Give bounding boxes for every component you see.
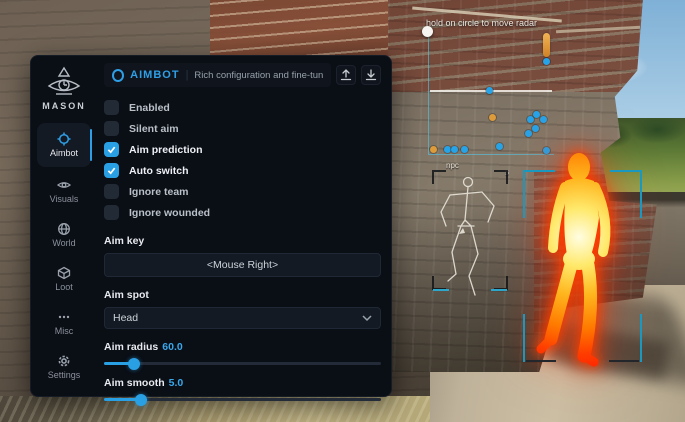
chevron-down-icon	[362, 314, 372, 322]
upload-config-button[interactable]	[336, 65, 356, 85]
target-ring-icon	[112, 69, 124, 82]
aim-radius-slider: Aim radius 60.0	[104, 341, 381, 365]
checkbox-box	[104, 184, 119, 199]
panel-content: AIMBOT | Rich configuration and fine-tun…	[97, 56, 398, 396]
sidebar-item-world[interactable]: World	[37, 215, 91, 255]
sidebar: MASON Aimbot Visuals	[31, 56, 97, 396]
aim-radius-value: 60.0	[162, 341, 182, 353]
slider-track[interactable]	[104, 362, 381, 365]
aim-spot-label: Aim spot	[104, 289, 381, 301]
aim-spot-value: Head	[113, 312, 138, 324]
section-subtitle: Rich configuration and fine-tuning	[194, 70, 323, 81]
radar-panel[interactable]	[428, 37, 554, 155]
aim-key-label: Aim key	[104, 235, 381, 247]
radar-drag-handle[interactable]	[422, 26, 433, 37]
sidebar-item-settings[interactable]: Settings	[37, 347, 91, 387]
crosshair-icon	[57, 132, 71, 146]
ellipsis-icon	[57, 310, 71, 324]
globe-icon	[57, 222, 71, 236]
check-icon	[106, 165, 117, 176]
checkbox-list: Enabled Silent aim Aim prediction Auto s…	[104, 97, 381, 223]
eye-icon	[57, 178, 71, 192]
gear-icon	[57, 354, 71, 368]
sidebar-item-label: Settings	[48, 370, 81, 380]
checkbox-ignore-wounded[interactable]: Ignore wounded	[104, 202, 381, 223]
checkbox-auto-switch[interactable]: Auto switch	[104, 160, 381, 181]
mason-logo-text: MASON	[42, 101, 86, 111]
checkbox-box	[104, 142, 119, 157]
checkbox-box	[104, 121, 119, 136]
header-divider: |	[186, 69, 189, 81]
cube-icon	[57, 266, 71, 280]
download-config-button[interactable]	[361, 65, 381, 85]
sidebar-item-label: World	[52, 238, 75, 248]
aim-smooth-slider: Aim smooth 5.0	[104, 377, 381, 401]
game-screen: hold on circle to move radar npc 5	[0, 0, 685, 422]
aim-smooth-label: Aim smooth	[104, 377, 165, 389]
active-indicator-bar	[90, 129, 93, 161]
sidebar-item-loot[interactable]: Loot	[37, 259, 91, 299]
radar-horizon-line	[430, 90, 552, 92]
aim-smooth-value: 5.0	[169, 377, 184, 389]
aim-radius-label: Aim radius	[104, 341, 158, 353]
sidebar-item-label: Aimbot	[50, 148, 78, 158]
section-title: AIMBOT	[130, 69, 179, 81]
checkbox-silent-aim[interactable]: Silent aim	[104, 118, 381, 139]
sidebar-item-misc[interactable]: Misc	[37, 303, 91, 343]
sidebar-item-label: Misc	[55, 326, 74, 336]
upload-icon	[340, 69, 352, 81]
slider-track[interactable]	[104, 398, 381, 401]
checkbox-box	[104, 205, 119, 220]
aim-spot-select[interactable]: Head	[104, 307, 381, 329]
sidebar-item-label: Loot	[55, 282, 73, 292]
checkbox-aim-prediction[interactable]: Aim prediction	[104, 139, 381, 160]
sidebar-item-aimbot[interactable]: Aimbot	[37, 123, 91, 167]
checkbox-enabled[interactable]: Enabled	[104, 97, 381, 118]
download-icon	[365, 69, 377, 81]
radar-item-marker	[543, 33, 550, 57]
section-header: AIMBOT | Rich configuration and fine-tun…	[104, 63, 331, 87]
sidebar-item-visuals[interactable]: Visuals	[37, 171, 91, 211]
player-bounding-box	[523, 170, 642, 362]
sidebar-item-label: Visuals	[50, 194, 79, 204]
npc-skeleton-esp	[428, 168, 512, 298]
slider-thumb[interactable]	[135, 394, 147, 406]
checkbox-box	[104, 100, 119, 115]
slider-thumb[interactable]	[128, 358, 140, 370]
radar-hint-text: hold on circle to move radar	[426, 18, 537, 28]
sidebar-nav: Aimbot Visuals World	[31, 123, 97, 391]
mason-logo-icon	[45, 66, 83, 98]
checkbox-ignore-team[interactable]: Ignore team	[104, 181, 381, 202]
aim-key-button[interactable]: <Mouse Right>	[104, 253, 381, 277]
cheat-menu-panel: MASON Aimbot Visuals	[30, 55, 392, 397]
check-icon	[106, 144, 117, 155]
checkbox-box	[104, 163, 119, 178]
